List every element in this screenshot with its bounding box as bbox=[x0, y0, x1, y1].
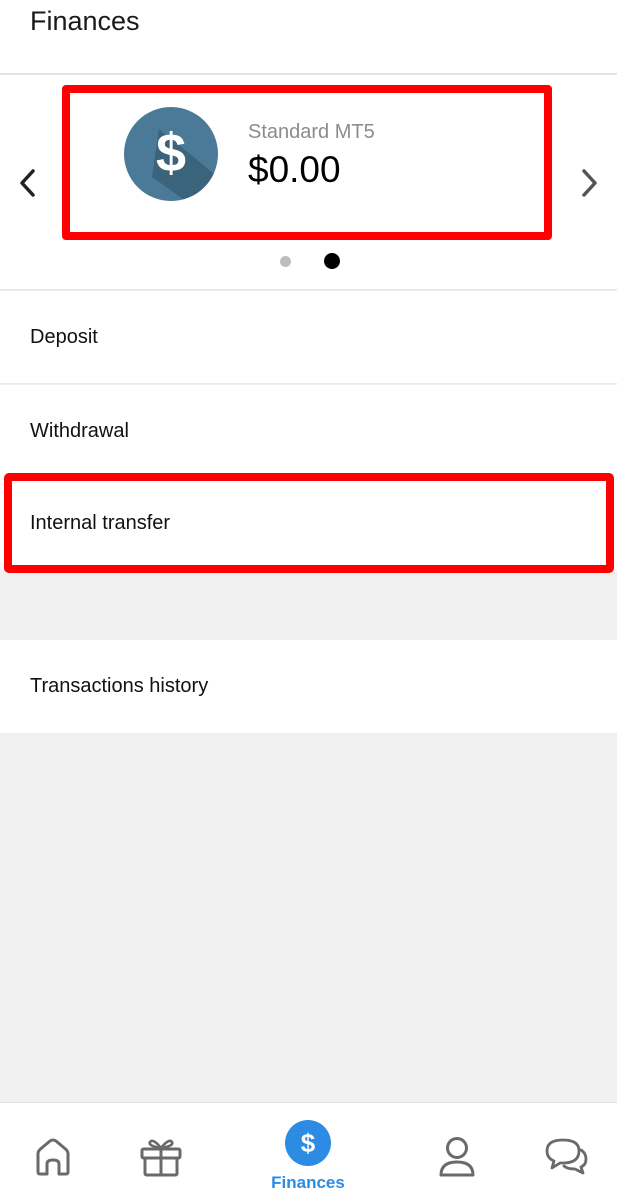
user-icon bbox=[439, 1137, 475, 1177]
tab-chat[interactable] bbox=[542, 1103, 590, 1200]
carousel-prev-button[interactable] bbox=[12, 163, 42, 203]
bottom-tab-bar: $ Finances bbox=[0, 1102, 617, 1200]
account-card[interactable]: $ Standard MT5 $0.00 bbox=[62, 85, 552, 240]
home-icon bbox=[36, 1138, 70, 1176]
transactions-history-item[interactable]: Transactions history bbox=[0, 640, 617, 733]
internal-transfer-label: Internal transfer bbox=[30, 511, 171, 534]
chevron-left-icon bbox=[20, 169, 35, 197]
account-name: Standard MT5 bbox=[248, 121, 375, 143]
carousel-pagination bbox=[0, 251, 617, 271]
tab-finances-label: Finances bbox=[271, 1173, 345, 1192]
account-balance: $0.00 bbox=[248, 149, 341, 190]
page-title: Finances bbox=[30, 6, 140, 36]
dollar-coin-icon: $ bbox=[124, 107, 218, 201]
carousel-dot-1[interactable] bbox=[280, 256, 291, 267]
carousel-dot-2-active[interactable] bbox=[324, 253, 340, 269]
carousel-next-button[interactable] bbox=[575, 163, 605, 203]
transactions-history-label: Transactions history bbox=[30, 675, 209, 697]
tab-home[interactable] bbox=[30, 1103, 76, 1200]
gift-icon bbox=[140, 1139, 182, 1177]
svg-text:$: $ bbox=[156, 123, 186, 183]
deposit-label: Deposit bbox=[30, 325, 98, 348]
svg-text:$: $ bbox=[301, 1128, 316, 1158]
tab-rewards[interactable] bbox=[138, 1103, 184, 1200]
withdrawal-item[interactable]: Withdrawal bbox=[0, 385, 617, 478]
dollar-icon: $ bbox=[285, 1120, 331, 1166]
chevron-right-icon bbox=[582, 169, 597, 197]
tab-finances[interactable]: $ Finances bbox=[258, 1103, 358, 1200]
internal-transfer-item[interactable]: Internal transfer bbox=[0, 476, 617, 570]
app-header: Finances bbox=[0, 0, 617, 74]
account-carousel: $ Standard MT5 $0.00 bbox=[0, 75, 617, 290]
withdrawal-label: Withdrawal bbox=[30, 420, 129, 442]
deposit-item[interactable]: Deposit bbox=[0, 291, 617, 384]
tab-profile[interactable] bbox=[435, 1103, 479, 1200]
chat-icon bbox=[545, 1138, 588, 1175]
